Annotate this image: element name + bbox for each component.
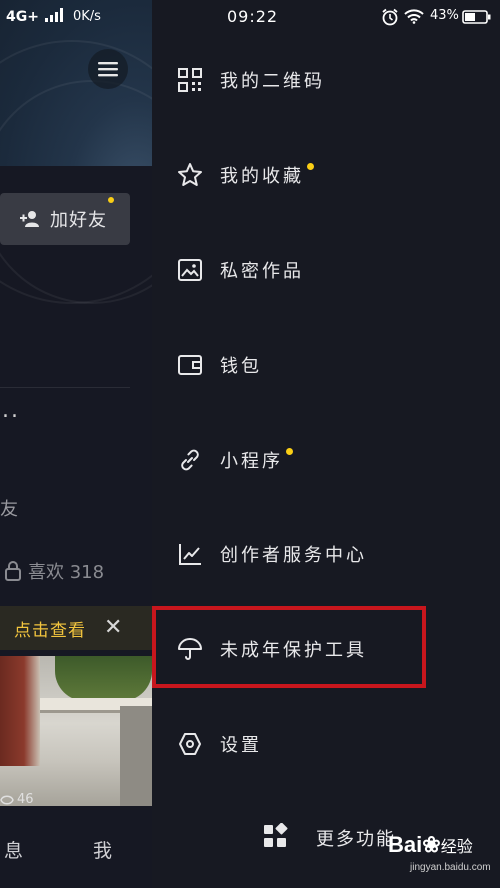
likes-label: 喜欢 318 [28,562,105,583]
battery-level: 43% [430,8,459,23]
image-icon [176,256,204,284]
clock: 09:22 [227,7,279,26]
more-features-label: 更多功能 [316,829,396,850]
tab-messages[interactable]: 息 [4,836,23,863]
hamburger-icon [98,62,118,77]
notification-dot [307,163,314,170]
partial-text: 友 [0,499,18,520]
lock-icon [5,561,21,581]
drawer-item-mini-programs[interactable]: 小程序 [152,430,500,490]
paw-icon: ❀ [422,832,441,857]
drawer-item-qr-code[interactable]: 我的二维码 [152,50,500,110]
drawer-item-wallet[interactable]: 钱包 [152,335,500,395]
network-speed: 0K/s [73,9,101,24]
notification-dot [286,448,293,455]
settings-icon [176,730,204,758]
grid-icon [262,822,288,853]
drawer-item-label: 创作者服务中心 [220,545,367,566]
chart-icon [176,540,204,568]
notice-banner[interactable]: 点击查看 ✕ [0,606,152,650]
watermark-url: jingyan.baidu.com [410,862,491,873]
video-thumbnail[interactable] [0,656,152,806]
link-icon [176,446,204,474]
watermark-brand: Bai [388,832,423,857]
signal-icon [44,8,63,22]
wallet-icon [176,351,204,379]
drawer-item-label: 私密作品 [220,261,304,282]
drawer-item-favorites[interactable]: 我的收藏 [152,145,500,205]
status-bar: 4G+ 0K/s 09:22 43% [0,0,500,34]
wifi-icon [404,9,424,24]
drawer-item-settings[interactable]: 设置 [152,714,500,774]
drawer-item-label: 我的二维码 [220,71,325,92]
view-count: 46 [0,792,34,807]
star-icon [176,161,204,189]
likes-tab[interactable]: 喜欢 318 [4,558,104,584]
qr-code-icon [176,66,204,94]
play-icon [0,795,14,804]
divider [0,387,130,388]
add-friend-label: 加好友 [50,210,107,231]
truncated-text: .. [2,398,20,423]
close-icon[interactable]: ✕ [104,615,122,640]
highlight-box [152,606,426,688]
battery-icon [462,10,491,24]
drawer-item-label: 我的收藏 [220,166,304,187]
drawer-item-private-works[interactable]: 私密作品 [152,240,500,300]
baidu-watermark: Bai❀经验 [388,832,473,858]
drawer-item-creator-center[interactable]: 创作者服务中心 [152,524,500,584]
view-count-value: 46 [17,792,34,807]
network-indicator: 4G+ [6,8,66,25]
drawer-item-label: 设置 [220,735,262,756]
network-type: 4G+ [6,9,39,25]
hamburger-menu-button[interactable] [88,49,128,89]
side-drawer: 我的二维码 我的收藏 私密作品 钱包 小程序 创作者服务中心 未成年保护工具 设… [152,0,500,888]
alarm-icon [382,8,398,26]
add-friend-notification-dot [108,197,114,203]
watermark-suffix: 经验 [440,839,473,856]
add-user-icon [20,211,39,227]
profile-background: 加好友 .. 友 喜欢 318 点击查看 ✕ 46 息 我 [0,0,152,888]
drawer-item-label: 小程序 [220,451,283,472]
drawer-item-label: 钱包 [220,356,262,377]
banner-text: 点击查看 [14,620,86,641]
tab-me[interactable]: 我 [93,836,112,863]
